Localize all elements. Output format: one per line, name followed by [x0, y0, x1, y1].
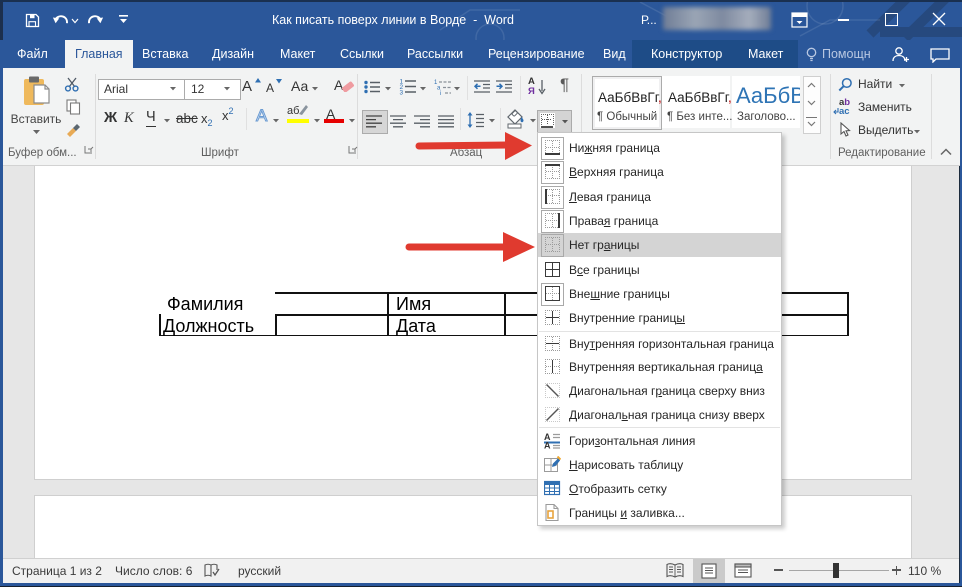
svg-text:3: 3	[400, 90, 404, 96]
svg-text:i: i	[440, 91, 441, 95]
svg-text:A: A	[544, 441, 551, 450]
